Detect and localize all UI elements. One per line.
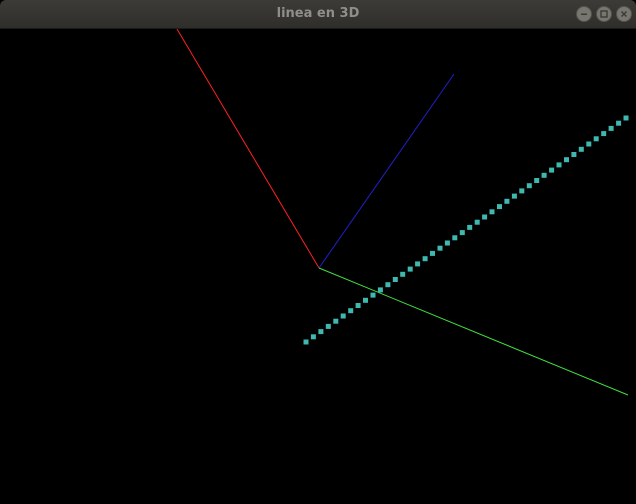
y-axis-line xyxy=(318,73,455,269)
line-point xyxy=(333,318,339,324)
line-point xyxy=(459,230,465,236)
z-axis-line xyxy=(318,267,629,396)
line-point xyxy=(571,152,577,157)
line-point xyxy=(437,245,443,251)
line-point xyxy=(511,193,517,199)
line-point xyxy=(385,282,391,288)
line-point xyxy=(526,183,532,189)
window-title: linea en 3D xyxy=(276,6,360,21)
line-point xyxy=(348,308,354,314)
app-window: linea en 3D xyxy=(0,0,636,499)
line-point xyxy=(377,287,383,293)
line-point xyxy=(340,313,346,319)
maximize-button[interactable] xyxy=(596,6,612,22)
line-point xyxy=(504,198,510,204)
maximize-icon xyxy=(600,10,608,18)
line-point xyxy=(355,303,361,308)
line-point xyxy=(601,131,607,137)
line-point xyxy=(415,261,421,267)
close-icon xyxy=(620,10,628,18)
line-point xyxy=(400,271,406,277)
line-point xyxy=(608,125,614,131)
line-point xyxy=(593,136,599,142)
minimize-icon xyxy=(581,13,587,15)
line-point xyxy=(422,256,428,262)
render-canvas[interactable] xyxy=(0,28,636,499)
window-controls xyxy=(576,6,632,22)
scene-view xyxy=(176,28,629,396)
line-point xyxy=(363,297,368,303)
line-point xyxy=(370,292,376,298)
line-point xyxy=(564,157,569,163)
line-point xyxy=(616,120,622,126)
line-point xyxy=(325,323,331,329)
line-point xyxy=(467,224,473,230)
line-point xyxy=(534,178,540,183)
line-point xyxy=(586,141,592,147)
line-point xyxy=(444,240,450,246)
title-bar[interactable]: linea en 3D xyxy=(0,0,636,29)
line-point xyxy=(407,266,413,272)
line-point xyxy=(392,277,398,282)
x-axis-line xyxy=(176,28,320,269)
line-point xyxy=(430,250,435,256)
line-point xyxy=(303,339,309,345)
line-point xyxy=(310,334,316,340)
line-point xyxy=(482,214,488,220)
line-point xyxy=(541,172,547,178)
dotted-line xyxy=(303,115,629,345)
line-point xyxy=(318,329,324,335)
line-point xyxy=(549,167,555,173)
line-point xyxy=(452,235,458,241)
line-point xyxy=(578,146,584,152)
line-point xyxy=(556,162,562,168)
line-point xyxy=(474,219,480,225)
minimize-button[interactable] xyxy=(576,6,592,22)
line-point xyxy=(497,204,502,210)
line-point xyxy=(489,209,495,215)
close-button[interactable] xyxy=(616,6,632,22)
line-point xyxy=(623,115,629,121)
line-point xyxy=(519,188,525,194)
